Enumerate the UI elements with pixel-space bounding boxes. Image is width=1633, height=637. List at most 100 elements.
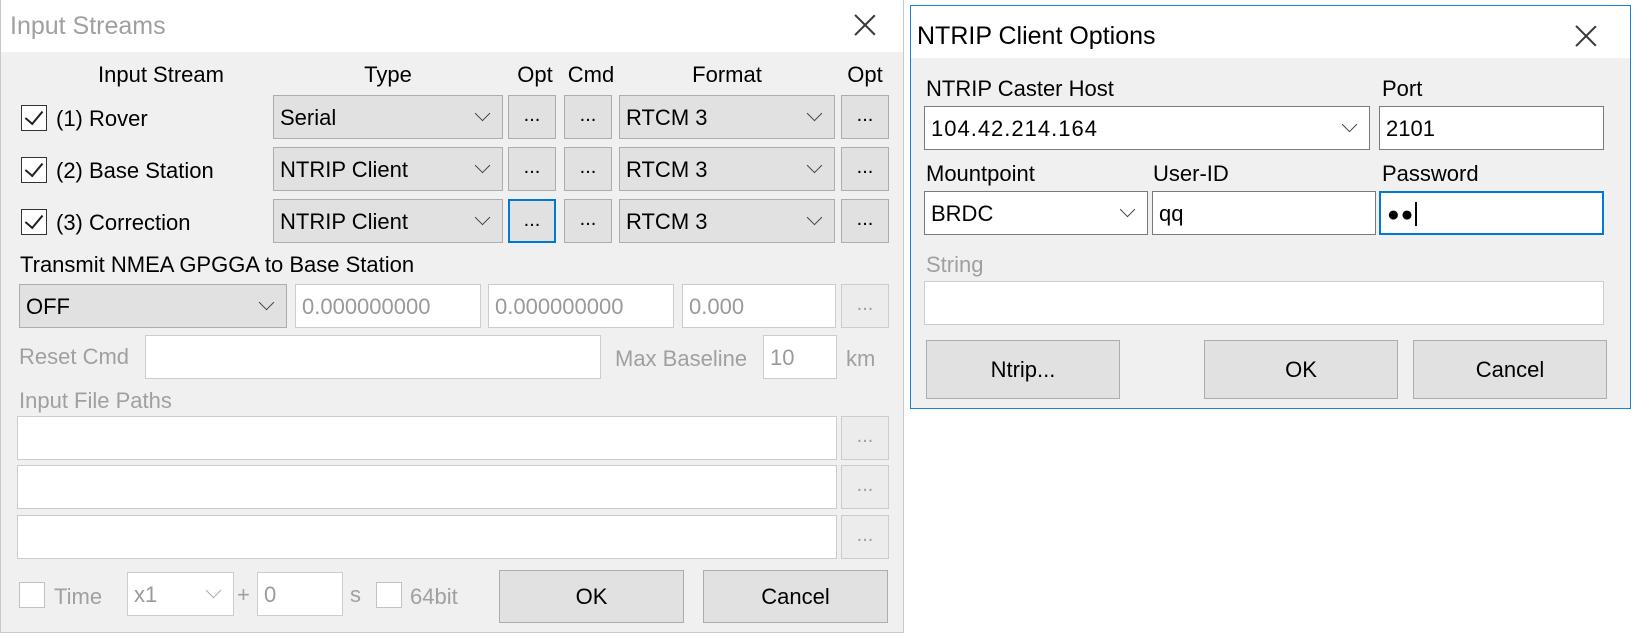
stream-3-format-select[interactable]: RTCM 3: [619, 199, 835, 243]
file-path-2-field[interactable]: [17, 465, 837, 509]
file-path-1-field[interactable]: [17, 416, 837, 460]
text-caret: [1415, 202, 1417, 226]
dialog-title: Input Streams: [10, 12, 166, 40]
stream-1-type-select[interactable]: Serial: [273, 95, 503, 139]
stream-2-cmd-button[interactable]: ...: [564, 147, 612, 191]
close-icon[interactable]: [845, 5, 885, 45]
password-label: Password: [1382, 161, 1479, 186]
stream-3-cmd-button[interactable]: ...: [564, 199, 612, 243]
port-label: Port: [1382, 76, 1423, 101]
stream-1-opt-button[interactable]: ...: [508, 95, 556, 139]
stream-2-format-value: RTCM 3: [626, 157, 708, 182]
header-format: Format: [692, 62, 762, 87]
caster-host-combo[interactable]: 104.42.214.164: [924, 106, 1370, 150]
stream-1-format-opt-button[interactable]: ...: [841, 95, 889, 139]
stream-1-label: (1) Rover: [56, 106, 148, 131]
chevron-down-icon: [205, 582, 222, 599]
file-path-3-field[interactable]: [17, 515, 837, 559]
nmea-height-field[interactable]: 0.000: [682, 284, 836, 328]
nmea-position-button[interactable]: ...: [841, 284, 889, 328]
stream-2-label: (2) Base Station: [56, 158, 214, 183]
port-field[interactable]: 2101: [1379, 106, 1604, 150]
user-id-value: qq: [1159, 201, 1184, 226]
time-offset-unit: s: [350, 582, 361, 607]
caster-host-value: 104.42.214.164: [931, 116, 1098, 141]
stream-2-type-value: NTRIP Client: [280, 157, 408, 182]
header-input-stream: Input Stream: [98, 62, 224, 87]
chevron-down-icon: [806, 157, 823, 174]
stream-3-type-value: NTRIP Client: [280, 209, 408, 234]
nmea-height-value: 0.000: [689, 294, 745, 319]
ntrip-browse-button[interactable]: Ntrip...: [926, 340, 1120, 399]
string-field[interactable]: [924, 281, 1604, 325]
header-cmd: Cmd: [567, 62, 615, 87]
port-value: 2101: [1386, 116, 1435, 141]
stream-2-format-select[interactable]: RTCM 3: [619, 147, 835, 191]
title-bar: Input Streams: [1, 0, 903, 52]
nmea-longitude-field[interactable]: 0.000000000: [488, 284, 674, 328]
nmea-latitude-field[interactable]: 0.000000000: [295, 284, 481, 328]
mountpoint-value: BRDC: [931, 201, 994, 226]
stream-3-label: (3) Correction: [56, 210, 191, 235]
stream-3-checkbox[interactable]: [21, 209, 47, 235]
nmea-mode-value: OFF: [26, 294, 70, 319]
header-type: Type: [364, 62, 412, 87]
string-label: String: [926, 252, 984, 277]
max-baseline-field[interactable]: 10: [763, 335, 837, 379]
time-label: Time: [54, 584, 103, 609]
chevron-down-icon: [806, 209, 823, 226]
reset-cmd-label: Reset Cmd: [19, 344, 130, 369]
stream-1-cmd-button[interactable]: ...: [564, 95, 612, 139]
nmea-mode-select[interactable]: OFF: [19, 284, 287, 328]
password-field[interactable]: ●●: [1379, 191, 1604, 235]
chevron-down-icon: [258, 294, 275, 311]
stream-3-format-value: RTCM 3: [626, 209, 708, 234]
stream-1-format-select[interactable]: RTCM 3: [619, 95, 835, 139]
mountpoint-combo[interactable]: BRDC: [924, 191, 1148, 235]
reset-cmd-field[interactable]: [145, 335, 601, 379]
64bit-label: 64bit: [410, 584, 458, 609]
chevron-down-icon: [1119, 201, 1136, 218]
input-streams-dialog: Input Streams Input Stream Type Opt Cmd …: [0, 0, 904, 633]
title-bar: NTRIP Client Options: [911, 6, 1630, 58]
chevron-down-icon: [1341, 116, 1358, 133]
max-baseline-label: Max Baseline: [615, 346, 748, 371]
header-opt-format: Opt: [847, 62, 883, 87]
user-id-label: User-ID: [1153, 161, 1229, 186]
cancel-button[interactable]: Cancel: [703, 570, 888, 623]
nmea-longitude-value: 0.000000000: [495, 294, 624, 319]
time-checkbox[interactable]: [19, 582, 45, 608]
caster-host-label: NTRIP Caster Host: [926, 76, 1114, 101]
stream-3-type-select[interactable]: NTRIP Client: [273, 199, 503, 243]
speed-select[interactable]: x1: [127, 572, 234, 616]
cancel-button[interactable]: Cancel: [1413, 340, 1607, 399]
stream-2-format-opt-button[interactable]: ...: [841, 147, 889, 191]
stream-1-checkbox[interactable]: [21, 105, 47, 131]
max-baseline-unit: km: [846, 346, 876, 371]
ok-button[interactable]: OK: [1204, 340, 1398, 399]
checkmark-icon: [24, 105, 44, 126]
speed-value: x1: [134, 582, 158, 607]
mountpoint-label: Mountpoint: [926, 161, 1035, 186]
file-path-2-browse-button[interactable]: ...: [841, 465, 889, 509]
plus-label: +: [237, 582, 250, 607]
chevron-down-icon: [474, 105, 491, 122]
stream-3-opt-button[interactable]: ...: [508, 199, 556, 243]
stream-3-format-opt-button[interactable]: ...: [841, 199, 889, 243]
close-icon[interactable]: [1566, 16, 1606, 56]
stream-2-checkbox[interactable]: [21, 157, 47, 183]
time-offset-field[interactable]: 0: [257, 572, 343, 616]
file-path-3-browse-button[interactable]: ...: [841, 515, 889, 559]
nmea-label: Transmit NMEA GPGGA to Base Station: [20, 252, 415, 277]
chevron-down-icon: [474, 209, 491, 226]
ntrip-client-options-dialog: NTRIP Client Options NTRIP Caster Host P…: [910, 5, 1631, 409]
64bit-checkbox[interactable]: [376, 582, 402, 608]
stream-1-format-value: RTCM 3: [626, 105, 708, 130]
stream-2-type-select[interactable]: NTRIP Client: [273, 147, 503, 191]
checkmark-icon: [24, 157, 44, 178]
file-path-1-browse-button[interactable]: ...: [841, 416, 889, 460]
user-id-field[interactable]: qq: [1152, 191, 1376, 235]
stream-2-opt-button[interactable]: ...: [508, 147, 556, 191]
ok-button[interactable]: OK: [499, 570, 684, 623]
checkmark-icon: [24, 209, 44, 230]
